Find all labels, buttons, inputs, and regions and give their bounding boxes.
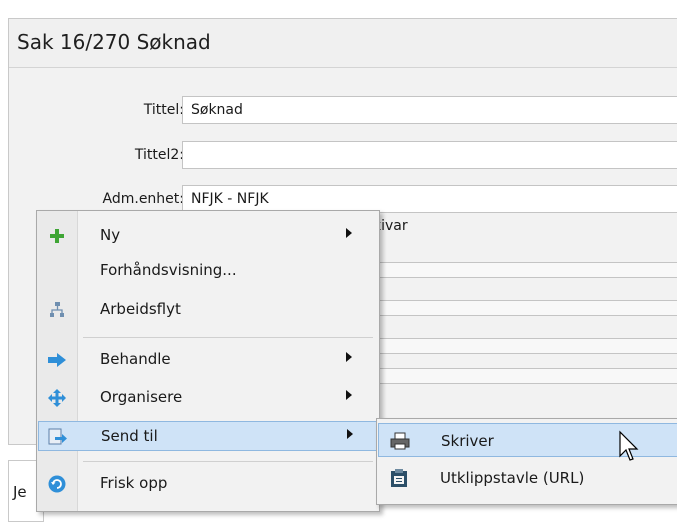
menu-item-send-til[interactable]: Send til	[38, 421, 378, 451]
field-partial-3[interactable]	[373, 338, 677, 354]
menu-item-behandle[interactable]: Behandle	[38, 345, 378, 375]
menu-separator	[83, 461, 373, 462]
page-title: Sak 16/270 Søknad	[17, 30, 211, 54]
send-to-icon	[48, 428, 67, 445]
submenu-arrow-icon	[346, 352, 352, 362]
form-row-tittel: Tittel: Søknad	[9, 96, 677, 126]
case-header: Sak 16/270 Søknad	[9, 19, 677, 68]
menu-item-frisk-opp[interactable]: Frisk opp	[38, 469, 378, 499]
tittel-field[interactable]: Søknad	[182, 96, 677, 124]
submenu-arrow-icon	[346, 390, 352, 400]
menu-item-forhandsvisning[interactable]: Forhåndsvisning...	[38, 256, 378, 286]
menu-item-label: Organisere	[100, 388, 183, 406]
menu-item-label: Arbeidsflyt	[100, 300, 181, 318]
field-partial-4[interactable]	[373, 368, 677, 384]
tittel-label: Tittel:	[143, 102, 184, 118]
menu-item-ny[interactable]: Ny	[38, 221, 378, 251]
menu-item-label: Forhåndsvisning...	[100, 261, 237, 279]
menu-separator	[83, 337, 373, 338]
context-menu: Ny Forhåndsvisning... Arbeidsflyt Behand…	[36, 210, 380, 512]
field-partial-2[interactable]	[373, 300, 677, 316]
menu-item-arbeidsflyt[interactable]: Arbeidsflyt	[38, 295, 378, 325]
plus-icon	[50, 229, 64, 243]
adm-enhet-label: Adm.enhet:	[102, 191, 184, 207]
menu-item-label: Skriver	[441, 432, 494, 450]
mouse-cursor-icon	[619, 430, 639, 461]
move-icon	[48, 389, 66, 407]
form-row-tittel2: Tittel2:	[9, 141, 677, 171]
clipboard-icon	[391, 469, 407, 487]
submenu-arrow-icon	[347, 429, 353, 439]
lower-panel-text: Je	[13, 483, 27, 501]
field-partial-1[interactable]	[373, 262, 677, 278]
tittel2-label: Tittel2:	[134, 147, 184, 163]
menu-item-label: Behandle	[100, 350, 171, 368]
menu-item-organisere[interactable]: Organisere	[38, 383, 378, 413]
refresh-icon	[48, 475, 66, 493]
submenu-arrow-icon	[346, 228, 352, 238]
menu-item-label: Ny	[100, 226, 121, 244]
tittel2-field[interactable]	[182, 141, 677, 169]
workflow-icon	[50, 302, 64, 317]
menu-item-label: Send til	[101, 427, 158, 445]
printer-icon	[390, 432, 410, 450]
arrow-right-icon	[48, 353, 66, 367]
adm-enhet-field[interactable]: NFJK - NFJK	[182, 185, 677, 213]
submenu-item-utklippstavle[interactable]: Utklippstavle (URL)	[378, 461, 677, 495]
menu-item-label: Utklippstavle (URL)	[440, 469, 585, 487]
menu-item-label: Frisk opp	[100, 474, 168, 492]
